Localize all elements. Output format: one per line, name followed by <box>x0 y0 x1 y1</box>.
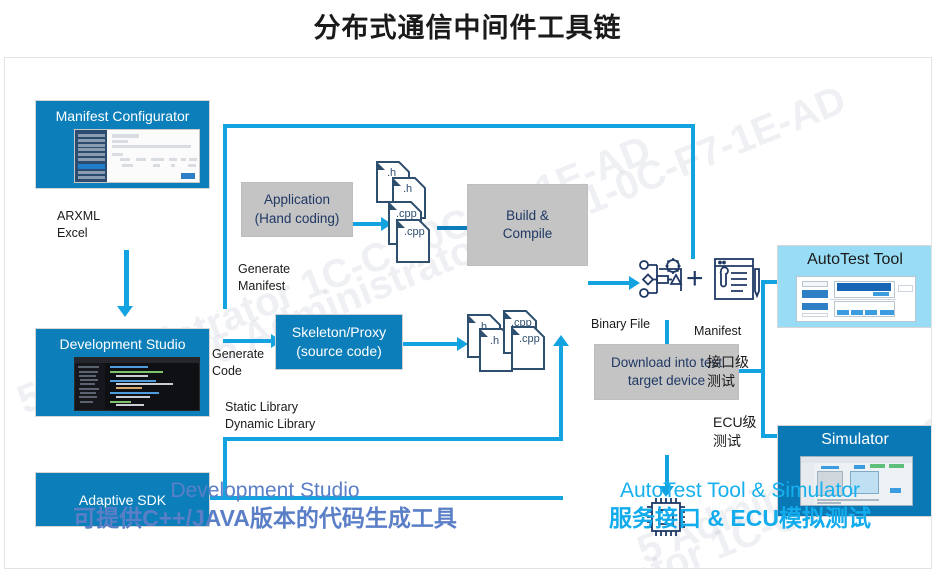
product-label-autotest-tool: AutoTest Tool <box>807 251 903 268</box>
process-box-application[interactable]: Application (Hand coding) <box>241 182 353 237</box>
code-editor-screenshot <box>74 357 200 411</box>
edge-label-ecu-level-test: ECU级 测试 <box>713 414 757 449</box>
caption-left-en: Development Studio <box>170 479 360 502</box>
connector-config-to-studio <box>124 250 129 308</box>
edge-label-interface-level-test: 接口级 测试 <box>707 354 749 389</box>
thumb-file-tree <box>75 362 105 410</box>
arrowhead-up <box>553 335 569 346</box>
product-label-development-studio: Development Studio <box>59 336 186 352</box>
product-card-development-studio[interactable]: Development Studio <box>35 328 210 417</box>
caption-group-left: Development Studio 可提供C++/JAVA版本的代码生成工具 <box>25 478 505 534</box>
connector-sdk-top <box>223 437 563 441</box>
thumb-content <box>107 130 199 182</box>
file-icon-group-application-output: .h .h .cpp .cpp <box>373 160 453 270</box>
process-flow-gear-icon <box>635 256 687 302</box>
arrowhead-down <box>117 306 133 317</box>
product-card-autotest-tool[interactable]: AutoTest Tool <box>777 245 931 328</box>
caption-right-cn: 服务接口 & ECU模拟测试 <box>609 505 871 532</box>
process-box-skeleton-proxy-text: Skeleton/Proxy (source code) <box>291 324 387 359</box>
document-wrench-pencil-icon <box>711 255 761 303</box>
file-icon-cpp: .cpp <box>395 218 431 263</box>
connector-test-trunk <box>761 280 765 438</box>
edge-label-binary-file: Binary File <box>591 317 651 331</box>
file-icon-group-skeleton-output: .h .h .cpp .cpp <box>460 303 550 393</box>
process-box-skeleton-proxy[interactable]: Skeleton/Proxy (source code) <box>275 314 403 370</box>
edge-label-static-dynamic-library: Static Library Dynamic Library <box>225 400 316 431</box>
edge-label-generate-manifest: Generate Manifest <box>238 262 291 293</box>
caption-group-right: AutoTest Tool & Simulator 服务接口 & ECU模拟测试 <box>545 478 931 534</box>
connector-build-to-binary <box>588 281 634 285</box>
thumb-sidebar <box>75 130 108 182</box>
svg-text:.cpp: .cpp <box>404 226 425 238</box>
connector-studio-manifest-top <box>223 124 695 128</box>
autotest-architecture-screenshot <box>796 276 916 322</box>
product-label-manifest-configurator: Manifest Configurator <box>55 108 190 124</box>
edge-label-generate-code: Generate Code <box>212 347 265 378</box>
svg-text:.h: .h <box>490 335 499 347</box>
diagram-canvas: 5 Administrator 1C-C1-0C-F7-1E-AD 5 Admi… <box>4 57 932 569</box>
process-box-download-text: Download into test target device <box>610 354 723 388</box>
page-title: 分布式通信中间件工具链 <box>313 13 622 43</box>
svg-text:.cpp: .cpp <box>519 333 540 345</box>
thumb-primary-button <box>180 173 196 180</box>
process-box-build-compile[interactable]: Build & Compile <box>467 184 588 266</box>
edge-label-arxml-excel: ARXML Excel <box>57 209 101 240</box>
thumb-code-area <box>105 363 199 410</box>
edge-label-manifest: Manifest <box>694 324 742 338</box>
caption-right-en: AutoTest Tool & Simulator <box>619 479 861 502</box>
caption-left-cn: 可提供C++/JAVA版本的代码生成工具 <box>73 505 457 532</box>
connector-sdk-up <box>559 346 563 441</box>
file-icon-cpp: .cpp <box>510 325 546 370</box>
plus-icon: + <box>686 262 704 295</box>
connector-skeleton-to-files <box>403 342 461 346</box>
process-box-build-compile-text: Build & Compile <box>502 207 553 241</box>
connector-generate-code <box>223 339 275 343</box>
product-label-simulator: Simulator <box>821 431 889 448</box>
manifest-configurator-screenshot <box>74 129 200 183</box>
connector-studio-manifest-left <box>223 124 227 309</box>
process-box-application-text: Application (Hand coding) <box>254 192 340 226</box>
product-card-manifest-configurator[interactable]: Manifest Configurator <box>35 100 210 189</box>
connector-studio-manifest-right <box>691 124 695 259</box>
svg-text:.h: .h <box>403 183 412 195</box>
